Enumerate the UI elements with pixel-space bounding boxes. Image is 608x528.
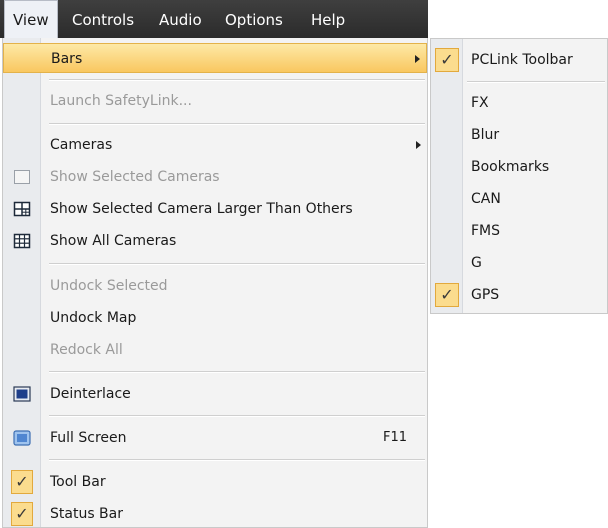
single-window-icon [14, 170, 30, 184]
full-screen-icon [13, 430, 31, 446]
menu-item-deinterlace[interactable]: Deinterlace [3, 379, 427, 409]
large-plus-small-grid-icon [13, 201, 31, 217]
menu-item-label: Undock Map [50, 310, 137, 326]
menu-item-show-all-cameras[interactable]: Show All Cameras [3, 226, 427, 256]
bars-submenu: ✓ PCLink Toolbar FX Blur Bookmarks CAN F… [430, 38, 608, 314]
menu-item-label: Full Screen [50, 430, 127, 446]
submenu-arrow-icon [415, 55, 420, 63]
menu-audio[interactable]: Audio [151, 0, 210, 38]
menu-item-label: Deinterlace [50, 386, 131, 402]
menu-item-full-screen[interactable]: Full Screen F11 [3, 423, 427, 453]
menu-separator [49, 79, 425, 81]
view-dropdown-menu: Bars Launch SafetyLink... Cameras Show S… [2, 38, 428, 528]
submenu-item-gps[interactable]: ✓ GPS [431, 280, 607, 310]
check-icon: ✓ [11, 502, 33, 526]
menu-controls[interactable]: Controls [64, 0, 142, 38]
submenu-item-label: G [471, 255, 482, 271]
submenu-item-fms[interactable]: FMS [431, 216, 607, 246]
menu-item-undock-selected[interactable]: Undock Selected [3, 271, 427, 301]
menu-item-label: Cameras [50, 137, 113, 153]
submenu-item-blur[interactable]: Blur [431, 120, 607, 150]
submenu-item-fx[interactable]: FX [431, 88, 607, 118]
submenu-item-label: FMS [471, 223, 501, 239]
menu-item-bars[interactable]: Bars [3, 43, 427, 73]
menu-separator [49, 459, 425, 461]
menu-separator [49, 123, 425, 125]
submenu-item-label: Blur [471, 127, 500, 143]
submenu-item-pclink-toolbar[interactable]: ✓ PCLink Toolbar [431, 45, 607, 75]
menu-item-show-selected-camera-larger[interactable]: Show Selected Camera Larger Than Others [3, 194, 427, 224]
grid-3x3-icon [13, 233, 31, 249]
menu-view[interactable]: View [4, 0, 58, 38]
menu-bar: View Controls Audio Options Help [0, 0, 428, 38]
menu-options[interactable]: Options [217, 0, 291, 38]
menu-item-status-bar[interactable]: ✓ Status Bar [3, 499, 427, 527]
menu-item-label: Show Selected Camera Larger Than Others [50, 201, 353, 217]
submenu-item-label: Bookmarks [471, 159, 550, 175]
menu-item-cameras[interactable]: Cameras [3, 130, 427, 160]
check-icon: ✓ [11, 470, 33, 494]
menu-separator [49, 371, 425, 373]
menu-item-label: Tool Bar [50, 474, 106, 490]
menu-help[interactable]: Help [303, 0, 353, 38]
submenu-item-label: FX [471, 95, 489, 111]
menu-item-undock-map[interactable]: Undock Map [3, 303, 427, 333]
menu-separator [49, 415, 425, 417]
menu-item-launch-safetylink[interactable]: Launch SafetyLink... [3, 86, 427, 116]
menu-item-redock-all[interactable]: Redock All [3, 335, 427, 365]
menu-item-label: Show Selected Cameras [50, 169, 220, 185]
menu-item-label: Bars [51, 51, 83, 67]
submenu-item-can[interactable]: CAN [431, 184, 607, 214]
submenu-item-label: CAN [471, 191, 501, 207]
menu-item-label: Status Bar [50, 506, 124, 522]
menu-separator [467, 81, 605, 83]
check-icon: ✓ [435, 48, 459, 72]
menu-item-shortcut: F11 [382, 430, 407, 445]
submenu-item-label: PCLink Toolbar [471, 52, 573, 68]
menu-item-label: Undock Selected [50, 278, 168, 294]
deinterlace-screen-icon [13, 386, 31, 402]
menu-separator [49, 263, 425, 265]
submenu-item-g[interactable]: G [431, 248, 607, 278]
menu-item-show-selected-cameras[interactable]: Show Selected Cameras [3, 162, 427, 192]
check-icon: ✓ [435, 283, 459, 307]
submenu-item-label: GPS [471, 287, 500, 303]
submenu-arrow-icon [416, 141, 421, 149]
menu-item-label: Launch SafetyLink... [50, 93, 192, 109]
submenu-item-bookmarks[interactable]: Bookmarks [431, 152, 607, 182]
menu-item-label: Redock All [50, 342, 123, 358]
menu-item-label: Show All Cameras [50, 233, 177, 249]
menu-item-tool-bar[interactable]: ✓ Tool Bar [3, 467, 427, 497]
